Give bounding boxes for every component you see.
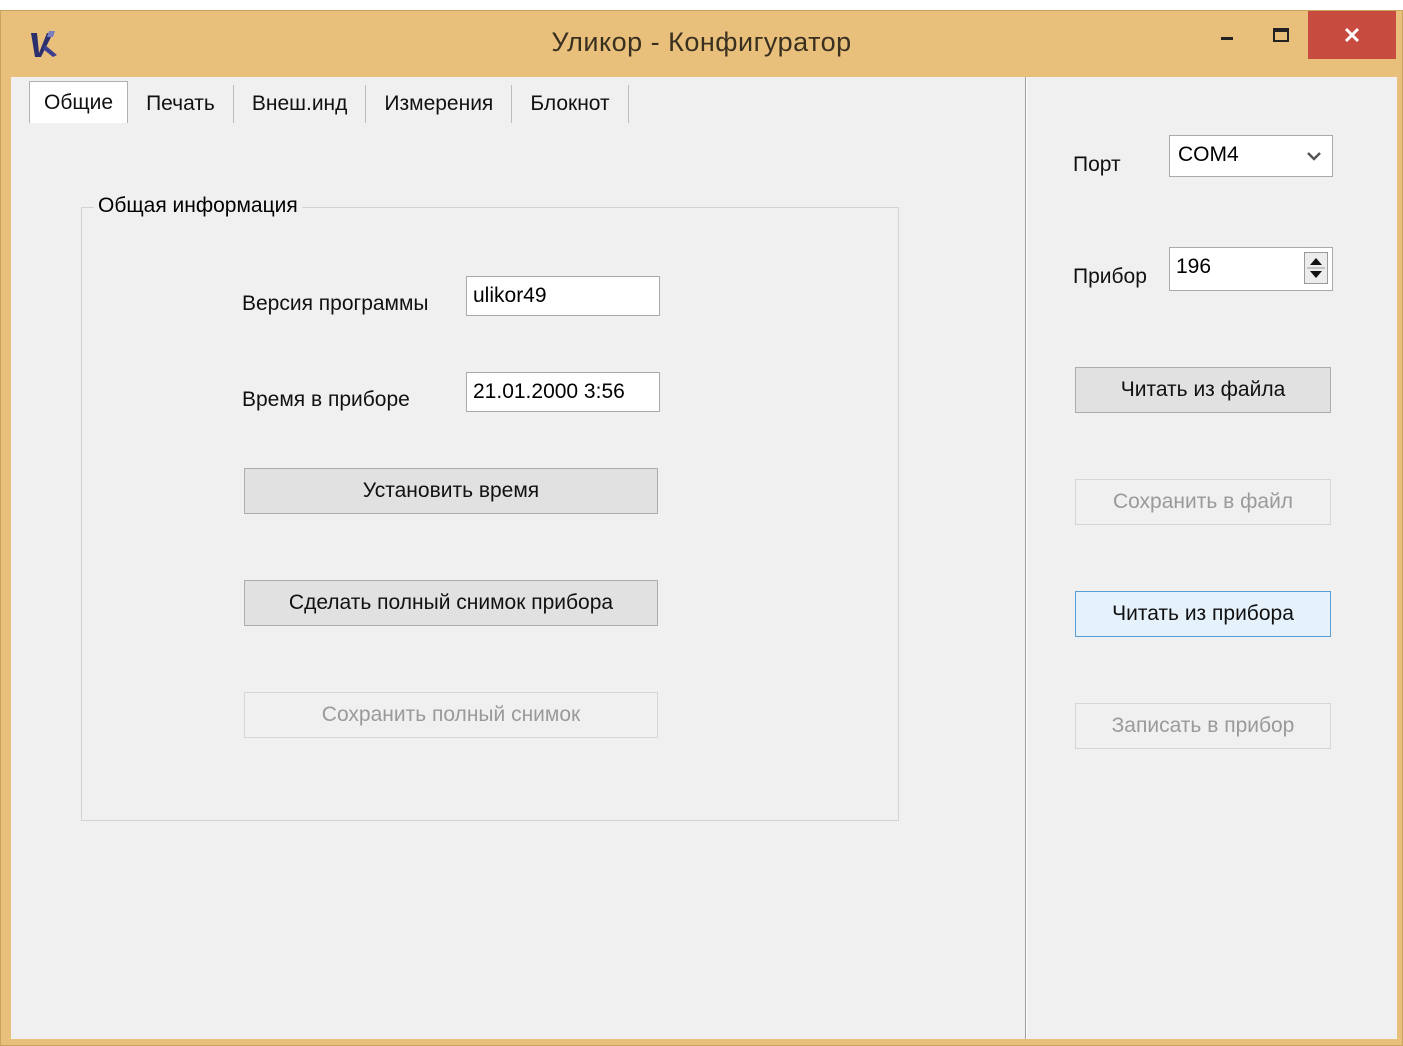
write-to-device-button[interactable]: Записать в прибор [1075,703,1331,749]
chevron-down-icon [1307,152,1321,161]
close-button[interactable] [1308,11,1396,59]
version-label: Версия программы [242,292,429,315]
set-time-button[interactable]: Установить время [244,468,658,514]
tab-print[interactable]: Печать [128,85,234,123]
port-value: COM4 [1178,143,1239,166]
port-select[interactable]: COM4 [1169,135,1333,177]
tab-control: Общие Печать Внеш.инд Измерения Блокнот … [11,77,1025,1039]
close-icon [1344,27,1360,43]
port-label: Порт [1073,153,1121,176]
title-bar[interactable]: Уликор - Конфигуратор [1,11,1402,77]
read-from-file-button[interactable]: Читать из файла [1075,367,1331,413]
minimize-icon [1221,37,1233,40]
tab-strip: Общие Печать Внеш.инд Измерения Блокнот [29,81,629,123]
client-area: Общие Печать Внеш.инд Измерения Блокнот … [11,77,1397,1039]
full-snapshot-button[interactable]: Сделать полный снимок прибора [244,580,658,626]
tab-measurements[interactable]: Измерения [366,85,513,123]
group-title: Общая информация [94,194,302,218]
app-window: Уликор - Конфигуратор Общие Печать Внеш.… [0,10,1403,1046]
spin-buttons[interactable] [1304,252,1328,284]
save-snapshot-button[interactable]: Сохранить полный снимок [244,692,658,738]
device-number-value: 196 [1176,255,1212,278]
side-panel: Порт COM4 Прибор 196 Читать из файла Сох… [1027,77,1397,1039]
tab-general[interactable]: Общие [29,81,129,123]
device-label: Прибор [1073,265,1147,288]
general-info-group: Общая информация Версия программы ulikor… [81,194,899,821]
spin-up-down-icon [1307,258,1325,278]
device-number-stepper[interactable]: 196 [1169,247,1333,291]
minimize-button[interactable] [1201,11,1253,59]
read-from-device-button[interactable]: Читать из прибора [1075,591,1331,637]
maximize-button[interactable] [1255,11,1307,59]
tab-notepad[interactable]: Блокнот [512,85,629,123]
tab-external-indicator[interactable]: Внеш.инд [234,85,367,123]
save-to-file-button[interactable]: Сохранить в файл [1075,479,1331,525]
window-title: Уликор - Конфигуратор [551,27,852,57]
device-time-field[interactable]: 21.01.2000 3:56 [466,372,660,412]
maximize-icon [1273,28,1289,42]
version-field[interactable]: ulikor49 [466,276,660,316]
device-time-label: Время в приборе [242,388,410,411]
